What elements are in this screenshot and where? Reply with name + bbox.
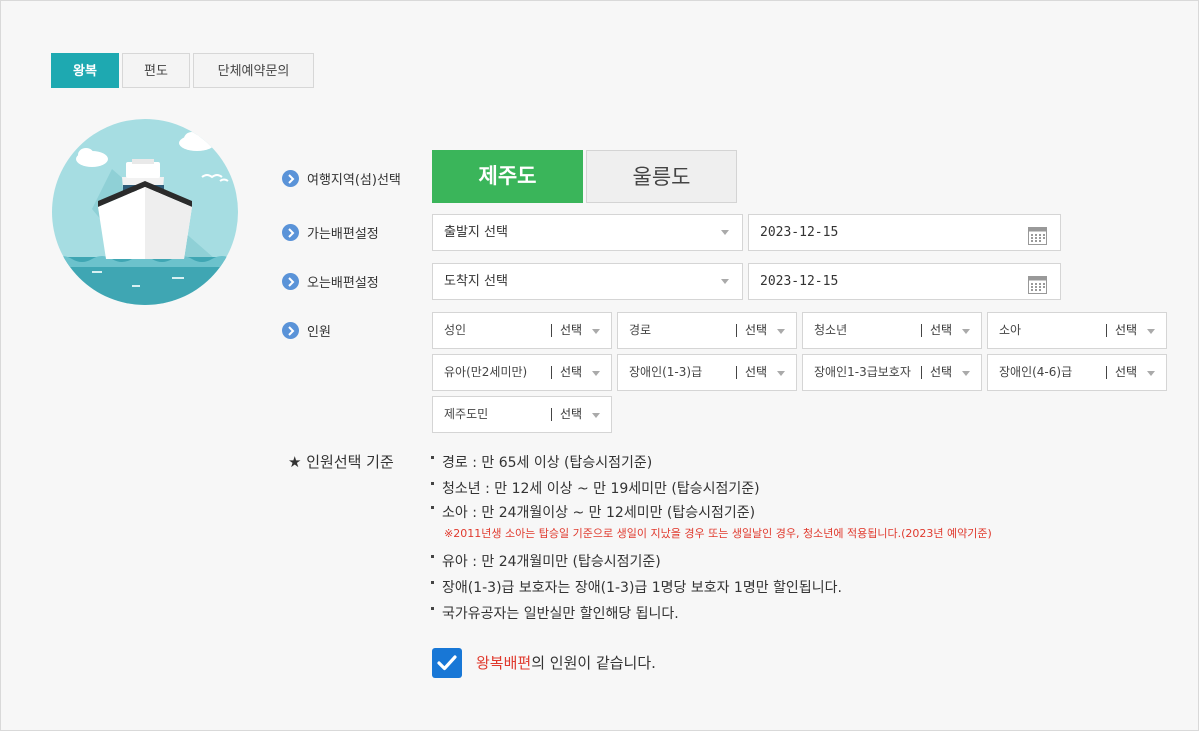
island-jeju-button[interactable]: 제주도 — [432, 150, 583, 203]
checkmark-icon — [437, 655, 457, 671]
reservation-panel: 왕복 편도 단체예약문의 여행지역(섬)선택 제주도 울릉도 가는배편설정 출발… — [0, 0, 1199, 731]
passenger-type-label: 제주도민 — [444, 407, 489, 421]
criteria-rule: 장애(1-3)급 보호자는 장애(1-3)급 1명당 보호자 1명만 할인됩니다… — [431, 577, 842, 597]
passenger-select-adult[interactable]: 성인 선택 — [432, 312, 612, 349]
chevron-down-icon — [1147, 329, 1155, 334]
return-date-field[interactable]: 2023-12-15 — [748, 263, 1061, 300]
region-label: 여행지역(섬)선택 — [307, 173, 401, 188]
chevron-down-icon — [592, 371, 600, 376]
departure-date-value: 2023-12-15 — [760, 225, 839, 240]
chevron-down-icon — [592, 329, 600, 334]
chevron-down-icon — [777, 329, 785, 334]
criteria-rule: 경로 : 만 65세 이상 (탑승시점기준) — [431, 452, 652, 472]
criteria-rule: 국가유공자는 일반실만 할인해당 됩니다. — [431, 603, 679, 623]
passenger-select-child[interactable]: 소아 선택 — [987, 312, 1167, 349]
passenger-type-label: 청소년 — [814, 323, 848, 337]
passenger-type-label: 성인 — [444, 323, 467, 337]
departure-date-field[interactable]: 2023-12-15 — [748, 214, 1061, 251]
passenger-select-disabled-4-6[interactable]: 장애인(4-6)급 선택 — [987, 354, 1167, 391]
criteria-note: ※2011년생 소아는 탑승일 기준으로 생일이 지났을 경우 또는 생일날인 … — [444, 527, 992, 540]
passenger-count-value: 선택 — [1115, 323, 1138, 337]
departure-port-select[interactable]: 출발지 선택 — [432, 214, 743, 251]
chevron-down-icon — [1147, 371, 1155, 376]
ship-illustration — [52, 119, 238, 305]
passenger-count-value: 선택 — [1115, 365, 1138, 379]
return-label: 오는배편설정 — [307, 276, 379, 291]
passenger-type-label: 장애인(4-6)급 — [999, 365, 1073, 379]
tab-one-way[interactable]: 편도 — [122, 53, 190, 88]
passenger-count-value: 선택 — [930, 365, 953, 379]
chevron-down-icon — [592, 413, 600, 418]
passenger-count-value: 선택 — [560, 365, 583, 379]
trip-type-tabs: 왕복 편도 단체예약문의 — [51, 53, 317, 88]
tab-group-inquiry[interactable]: 단체예약문의 — [193, 53, 314, 88]
passenger-select-jeju-resident[interactable]: 제주도민 선택 — [432, 396, 612, 433]
criteria-rule: 청소년 : 만 12세 이상 ~ 만 19세미만 (탑승시점기준) — [431, 478, 760, 498]
chevron-down-icon — [721, 230, 729, 235]
tab-round-trip[interactable]: 왕복 — [51, 53, 119, 88]
passenger-select-disabled-guardian[interactable]: 장애인1-3급보호자 선택 — [802, 354, 982, 391]
arrival-port-select[interactable]: 도착지 선택 — [432, 263, 743, 300]
same-passengers-checkbox[interactable] — [432, 648, 462, 678]
passenger-type-label: 소아 — [999, 323, 1022, 337]
return-date-value: 2023-12-15 — [760, 274, 839, 289]
chevron-right-icon — [282, 322, 299, 339]
calendar-icon[interactable] — [1028, 273, 1047, 308]
chevron-right-icon — [282, 224, 299, 241]
chevron-down-icon — [721, 279, 729, 284]
chevron-down-icon — [962, 329, 970, 334]
passenger-select-disabled-1-3[interactable]: 장애인(1-3)급 선택 — [617, 354, 797, 391]
passenger-count-value: 선택 — [745, 323, 768, 337]
return-row-label: 오는배편설정 — [282, 272, 379, 291]
passenger-type-label: 경로 — [629, 323, 652, 337]
chevron-down-icon — [777, 371, 785, 376]
chevron-down-icon — [962, 371, 970, 376]
passengers-row-label: 인원 — [282, 321, 331, 340]
departure-label: 가는배편설정 — [307, 227, 379, 242]
passengers-label: 인원 — [307, 325, 331, 340]
arrival-port-value: 도착지 선택 — [444, 274, 508, 289]
same-passengers-label[interactable]: 왕복배편의 인원이 같습니다. — [476, 652, 656, 673]
passenger-select-infant[interactable]: 유아(만2세미만) 선택 — [432, 354, 612, 391]
passenger-count-value: 선택 — [930, 323, 953, 337]
passenger-select-senior[interactable]: 경로 선택 — [617, 312, 797, 349]
same-passengers-highlight: 왕복배편 — [476, 654, 532, 672]
passenger-count-value: 선택 — [560, 323, 583, 337]
criteria-title: ★ 인원선택 기준 — [288, 453, 394, 471]
passenger-count-value: 선택 — [560, 407, 583, 421]
calendar-icon[interactable] — [1028, 224, 1047, 259]
chevron-right-icon — [282, 273, 299, 290]
criteria-rule: 소아 : 만 24개월이상 ~ 만 12세미만 (탑승시점기준) — [431, 502, 755, 522]
passenger-type-label: 장애인(1-3)급 — [629, 365, 703, 379]
region-row-label: 여행지역(섬)선택 — [282, 169, 401, 188]
criteria-rule: 유아 : 만 24개월미만 (탑승시점기준) — [431, 551, 661, 571]
passenger-count-value: 선택 — [745, 365, 768, 379]
chevron-right-icon — [282, 170, 299, 187]
island-ulleung-button[interactable]: 울릉도 — [586, 150, 737, 203]
passenger-select-youth[interactable]: 청소년 선택 — [802, 312, 982, 349]
departure-row-label: 가는배편설정 — [282, 223, 379, 242]
departure-port-value: 출발지 선택 — [444, 225, 508, 240]
passenger-type-label: 유아(만2세미만) — [444, 365, 528, 379]
same-passengers-text: 의 인원이 같습니다. — [531, 654, 656, 672]
passenger-type-label: 장애인1-3급보호자 — [814, 365, 911, 379]
